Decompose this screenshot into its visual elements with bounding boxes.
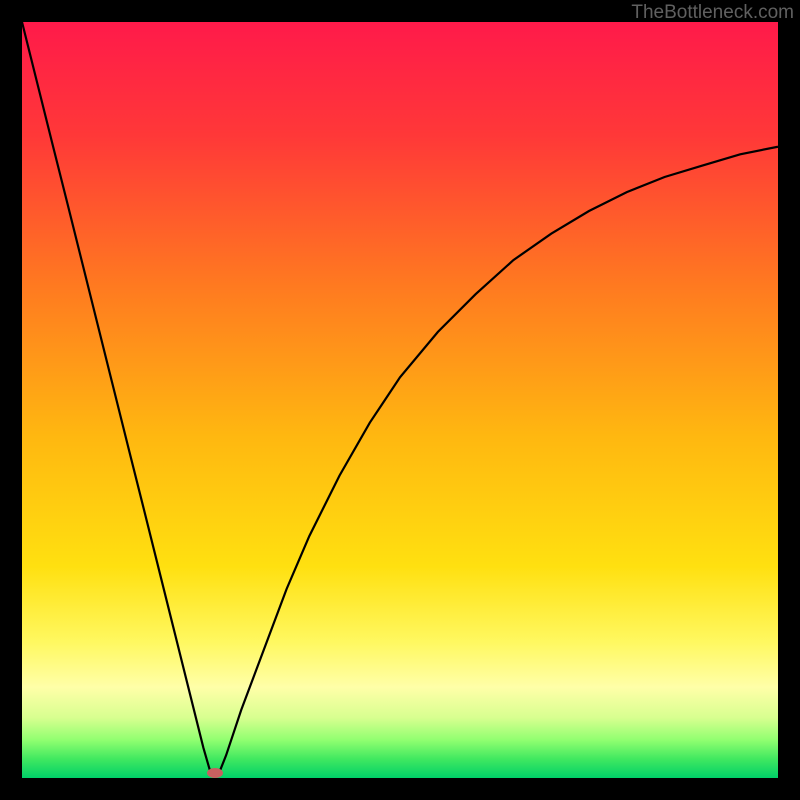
bottleneck-curve: [22, 22, 778, 778]
optimum-marker: [207, 768, 223, 778]
watermark-text: TheBottleneck.com: [631, 2, 794, 24]
plot-area: [22, 22, 778, 778]
